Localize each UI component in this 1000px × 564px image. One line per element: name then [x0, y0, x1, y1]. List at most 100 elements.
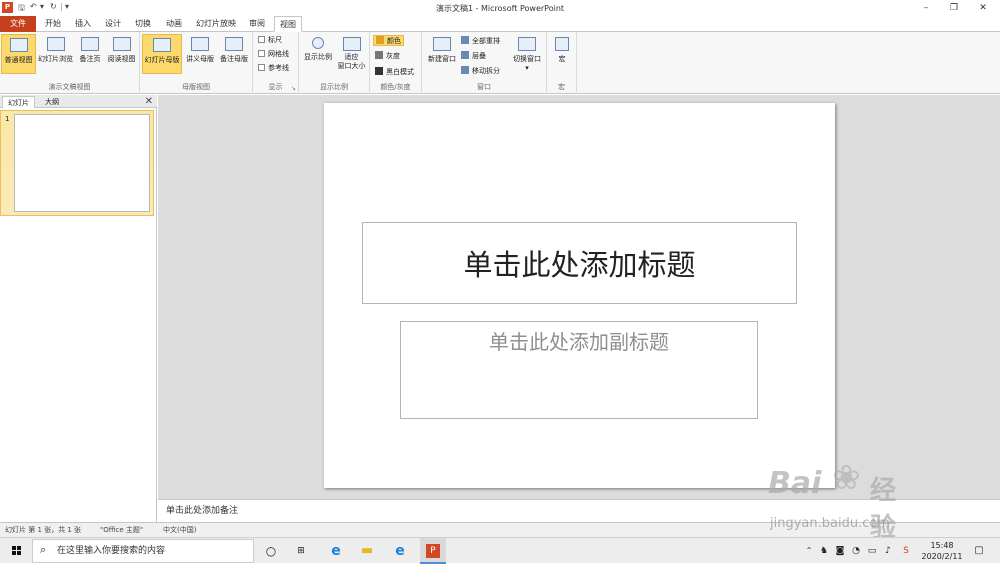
taskbar: 在这里输入你要搜索的内容 ⌕ ○ ⊞ e ▬ e P ⌃ ♞ ◙ ◔ ▭ ♪ S… [0, 537, 1000, 564]
group-zoom: 显示比例 适应 窗口大小 显示比例 [299, 32, 370, 94]
slide-thumbnail[interactable] [14, 114, 150, 212]
system-clock[interactable]: 15:48 2020/2/11 [917, 540, 967, 562]
slide-number: 1 [5, 115, 10, 123]
close-icon[interactable]: ✕ [145, 95, 153, 108]
new-window-button[interactable]: 新建窗口 [424, 34, 460, 74]
macros-button[interactable]: 宏 [550, 34, 574, 74]
ime-icon[interactable]: S [899, 538, 913, 564]
slide-sorter-button[interactable]: 幻灯片浏览 [37, 34, 74, 74]
group-macros: 宏 宏 [547, 32, 577, 94]
ribbon: 普通视图 幻灯片浏览 备注页 阅读视图 演示文稿视图 幻灯片母版 讲义母版 备注… [0, 32, 1000, 94]
display-icon[interactable]: ▭ [866, 538, 878, 564]
zoom-button[interactable]: 显示比例 [301, 34, 335, 74]
slides-pane: 幻灯片 大纲 ✕ 1 [0, 95, 157, 522]
grayscale-button[interactable]: 灰度 [375, 51, 400, 62]
slide-master-icon [153, 38, 171, 52]
watermark-brand2: 经验 [870, 476, 897, 543]
language-indicator[interactable]: 中文(中国) [163, 523, 196, 538]
grayscale-icon [375, 51, 383, 59]
gridlines-checkbox[interactable]: 网格线 [258, 49, 289, 60]
group-window: 新建窗口 全部重排 层叠 移动拆分 切换窗口 ▾ 窗口 [422, 32, 547, 94]
black-white-button[interactable]: 黑白模式 [375, 67, 414, 78]
ie-browser-icon[interactable]: e [390, 538, 410, 564]
qq-icon[interactable]: ♞ [818, 538, 830, 564]
chevron-up-icon[interactable]: ⌃ [803, 538, 815, 564]
clock-time: 15:48 [930, 541, 954, 550]
theme-name[interactable]: "Office 主题" [100, 523, 143, 538]
group-label: 宏 [558, 83, 565, 91]
reading-view-button[interactable]: 阅读视图 [105, 34, 138, 74]
new-window-icon [433, 37, 451, 51]
tab-outline[interactable]: 大纲 [40, 96, 64, 108]
macros-label: 宏 [558, 55, 566, 63]
search-icon: ⌕ [40, 543, 47, 556]
title-placeholder[interactable]: 单击此处添加标题 [362, 222, 797, 304]
volume-icon[interactable]: ♪ [882, 538, 894, 564]
handout-master-button[interactable]: 讲义母版 [183, 34, 217, 74]
group-color-grayscale: 颜色 灰度 黑白模式 颜色/灰度 [370, 32, 422, 94]
move-split-button[interactable]: 移动拆分 [461, 66, 500, 77]
black-white-icon [375, 67, 383, 75]
notes-master-button[interactable]: 备注母版 [217, 34, 251, 74]
cascade-icon [461, 51, 469, 59]
handout-master-icon [191, 37, 209, 51]
reading-view-label: 阅读视图 [107, 55, 136, 63]
tab-transitions[interactable]: 切换 [130, 16, 156, 32]
wifi-icon[interactable]: ◔ [850, 538, 862, 564]
arrange-all-button[interactable]: 全部重排 [461, 36, 500, 47]
grayscale-label: 灰度 [386, 52, 400, 60]
tray-icon[interactable]: ◙ [834, 538, 846, 564]
tab-view[interactable]: 视图 [274, 16, 302, 32]
ruler-checkbox[interactable]: 标尺 [258, 35, 282, 46]
close-button[interactable]: ✕ [969, 0, 997, 16]
gridlines-label: 网格线 [268, 50, 289, 58]
switch-windows-button[interactable]: 切换窗口 ▾ [510, 34, 544, 74]
notes-page-button[interactable]: 备注页 [75, 34, 105, 74]
tab-slideshow[interactable]: 幻灯片放映 [192, 16, 240, 32]
normal-view-button[interactable]: 普通视图 [1, 34, 36, 74]
watermark-brand: Bai [768, 466, 822, 501]
tab-home[interactable]: 开始 [40, 16, 66, 32]
group-presentation-views: 普通视图 幻灯片浏览 备注页 阅读视图 演示文稿视图 [0, 32, 140, 94]
move-split-icon [461, 66, 469, 74]
tab-file[interactable]: 文件 [0, 16, 36, 32]
slide-sorter-icon [46, 37, 65, 51]
ruler-label: 标尺 [268, 36, 282, 44]
tab-review[interactable]: 审阅 [244, 16, 270, 32]
dialog-launcher-icon[interactable]: ↘ [291, 85, 296, 92]
slides-pane-tabs: 幻灯片 大纲 ✕ [0, 95, 157, 108]
guides-checkbox[interactable]: 参考线 [258, 63, 289, 74]
fit-to-window-button[interactable]: 适应 窗口大小 [335, 34, 368, 74]
maximize-button[interactable]: ❐ [940, 0, 968, 16]
powerpoint-icon: P [426, 543, 440, 558]
slide-canvas[interactable]: 单击此处添加标题 单击此处添加副标题 [324, 103, 835, 488]
task-view-icon[interactable]: ○ [262, 538, 280, 564]
arrange-all-label: 全部重排 [472, 37, 500, 45]
tab-animations[interactable]: 动画 [160, 16, 188, 32]
cascade-button[interactable]: 层叠 [461, 51, 486, 62]
powerpoint-taskbar-button[interactable]: P [420, 538, 446, 564]
chevron-down-icon: ▾ [525, 64, 529, 72]
taskbar-search-input[interactable]: 在这里输入你要搜索的内容 [32, 539, 254, 563]
slide-master-button[interactable]: 幻灯片母版 [142, 34, 182, 74]
group-label: 显示比例 [320, 83, 348, 91]
subtitle-placeholder[interactable]: 单击此处添加副标题 [400, 321, 758, 419]
window-title: 演示文稿1 - Microsoft PowerPoint [435, 4, 565, 13]
minimize-button[interactable]: – [912, 0, 940, 16]
slide-thumbnail-item[interactable]: 1 [0, 110, 154, 216]
group-show: 标尺 网格线 参考线 显示 ↘ [253, 32, 299, 94]
file-explorer-icon[interactable]: ▬ [357, 538, 377, 564]
edge-browser-icon[interactable]: e [326, 538, 346, 564]
tab-slides[interactable]: 幻灯片 [2, 96, 35, 108]
timeline-icon[interactable]: ⊞ [292, 538, 310, 564]
notification-icon[interactable]: ▢ [972, 538, 986, 564]
slide-sorter-label: 幻灯片浏览 [38, 55, 73, 63]
group-master-views: 幻灯片母版 讲义母版 备注母版 母版视图 [140, 32, 253, 94]
black-white-label: 黑白模式 [386, 68, 414, 76]
windows-start-icon[interactable] [12, 546, 22, 556]
cascade-label: 层叠 [472, 52, 486, 60]
tab-insert[interactable]: 插入 [70, 16, 96, 32]
notes-page-label: 备注页 [79, 55, 101, 63]
tab-design[interactable]: 设计 [100, 16, 126, 32]
color-button[interactable]: 颜色 [373, 35, 404, 46]
